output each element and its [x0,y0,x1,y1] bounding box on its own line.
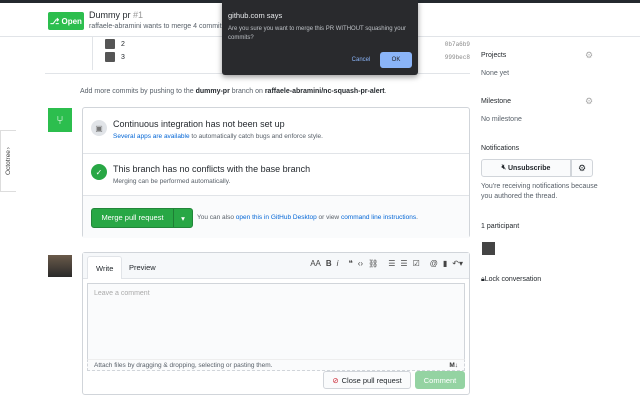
pr-subtitle: raffaele-abramini wants to merge 4 commi… [89,23,226,30]
pr-title-text: Dummy pr [89,10,131,20]
numbered-list-icon[interactable]: ☰ [400,259,407,268]
quote-icon[interactable]: ❝ [348,259,352,268]
ok-button[interactable]: OK [380,52,412,68]
text: You can also [197,214,236,221]
task-list-icon[interactable]: ☑ [413,259,420,268]
merge-method-dropdown[interactable]: ▾ [174,214,192,223]
text: branch on [229,88,265,95]
text: Add more commits by pushing to the [80,88,196,95]
octotree-toggle[interactable]: Octotree › [0,130,16,192]
octotree-label: Octotree [5,150,12,176]
notifications-heading: Notifications [481,145,520,152]
lock-label: Lock conversation [484,276,542,283]
avatar [105,39,115,49]
dialog-message: Are you sure you want to merge this PR W… [228,26,406,41]
bulleted-list-icon[interactable]: ☰ [388,259,395,268]
status-label: Open [61,16,82,26]
participant-avatar[interactable] [482,242,495,255]
bold-icon[interactable]: B [326,259,332,268]
commit-sha[interactable]: 999bec8 [445,54,470,61]
conflict-status: ✓ This branch has no conflicts with the … [83,154,469,196]
tab-write[interactable]: Write [87,256,123,279]
apps-link[interactable]: Several apps are available [113,133,190,140]
avatar [105,52,115,62]
attach-files-area[interactable]: Attach files by dragging & dropping, sel… [87,359,465,371]
commit-message[interactable]: 3 [121,54,125,61]
merge-button-group: Merge pull request ▾ [91,208,193,228]
git-merge-icon: ⑂ [48,108,72,132]
commit-sha[interactable]: 0b7a6b9 [445,41,470,48]
milestone-value: No milestone [481,116,522,123]
gear-icon[interactable]: ⚙ [585,96,593,107]
tab-preview[interactable]: Preview [121,256,164,279]
confirm-dialog: github.com says Are you sure you want to… [222,0,418,75]
reply-icon[interactable]: ↶▾ [452,259,463,268]
attach-text: Attach files by dragging & dropping, sel… [94,362,273,369]
bookmark-icon[interactable]: ▮ [443,259,447,268]
close-pull-request-button[interactable]: ⊘ Close pull request [323,371,411,389]
merge-pull-request-button[interactable]: Merge pull request [92,209,174,227]
conflict-title: This branch has no conflicts with the ba… [113,164,311,174]
comment-box: Write Preview AA Bi ❝ ‹› ⛓ ☰ ☰ ☑ @ ▮ ↶▾ Leave a… [82,252,470,395]
branch-name: dummy-pr [195,88,230,95]
github-desktop-link[interactable]: open this in GitHub Desktop [236,214,317,221]
markdown-icon[interactable]: M↓ [449,360,458,371]
merge-hint: You can also open this in GitHub Desktop… [197,214,418,221]
pr-title: Dummy pr #1 [89,10,143,20]
add-more-commits-text: Add more commits by pushing to the dummy… [80,88,387,95]
command-line-link[interactable]: command line instructions [341,214,416,221]
ci-title: Continuous integration has not been set … [113,119,285,129]
unsubscribe-button[interactable]: 🔇︎ Unsubscribe [481,159,571,177]
close-label: Close pull request [341,375,402,385]
comment-placeholder: Leave a comment [94,290,150,297]
merge-box: ▣ Continuous integration has not been se… [82,107,470,238]
comment-tabs: Write Preview AA Bi ❝ ‹› ⛓ ☰ ☰ ☑ @ ▮ ↶▾ [83,253,469,279]
heading-icon[interactable]: AA [310,259,321,268]
user-avatar [48,255,72,277]
projects-value: None yet [481,70,510,77]
markdown-toolbar: AA Bi ❝ ‹› ⛓ ☰ ☰ ☑ @ ▮ ↶▾ [310,259,463,268]
comment-button[interactable]: Comment [415,371,465,389]
text: or view [316,214,341,221]
status-badge: ⎇ Open [48,12,84,30]
text: . [416,214,418,221]
link-icon[interactable]: ⛓ [368,259,378,268]
notification-settings-button[interactable]: ⚙ [571,159,593,177]
ci-text: to automatically catch bugs and enforce … [189,133,323,140]
check-icon: ✓ [91,164,107,180]
comment-textarea[interactable]: Leave a comment [87,283,465,359]
pr-number: #1 [133,10,144,20]
conflict-subtitle: Merging can be performed automatically. [113,178,231,185]
repo-name: raffaele-abramini/nc-squash-pr-alert [264,88,385,95]
cancel-button[interactable]: Cancel [346,52,376,68]
gear-icon[interactable]: ⚙ [585,50,593,61]
milestone-heading[interactable]: Milestone [481,98,511,105]
code-icon[interactable]: ‹› [358,259,363,268]
mention-icon[interactable]: @ [430,259,438,268]
ci-icon: ▣ [91,120,107,136]
notifications-reason: You're receiving notifications because y… [481,183,598,200]
close-pr-icon: ⊘ [332,375,339,385]
merge-footer: Merge pull request ▾ You can also open th… [83,196,469,238]
commit-message[interactable]: 2 [121,41,125,48]
text: . [384,88,387,95]
lock-conversation-link[interactable]: 🔒︎Lock conversation [481,276,541,284]
ci-status: ▣ Continuous integration has not been se… [83,108,469,154]
dialog-title: github.com says [228,11,283,20]
participants-heading: 1 participant [481,223,520,230]
italic-icon[interactable]: i [337,259,339,268]
projects-heading[interactable]: Projects [481,52,506,59]
unsubscribe-label: Unsubscribe [507,164,551,172]
